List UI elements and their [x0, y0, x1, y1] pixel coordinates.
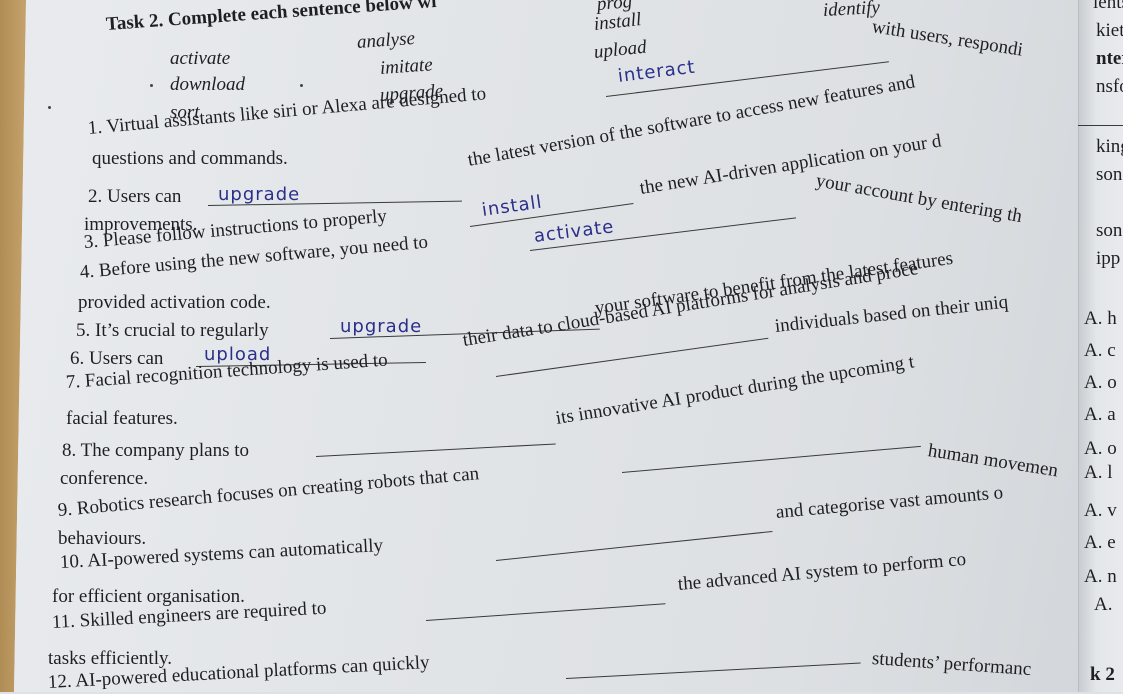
next-page-fragment: A. o — [1084, 438, 1117, 459]
sentence-4-continuation: provided activation code. — [78, 292, 271, 313]
next-page-fragment: son. — [1096, 164, 1123, 185]
speck — [150, 84, 153, 87]
sentence-number: 6. — [70, 348, 85, 369]
next-page-fragment: A. v — [1084, 500, 1117, 521]
sentence-number: 12. — [47, 670, 73, 693]
sentence-7-continuation: facial features. — [66, 408, 178, 429]
next-page-fragment: sona — [1096, 220, 1123, 241]
next-page-fragment: nsfor — [1096, 76, 1123, 97]
handwritten-answer-5: upgrade — [340, 316, 423, 337]
sentence-number: 4. — [79, 260, 96, 283]
sentence-number: 1. — [87, 116, 104, 139]
next-page-fragment: A. n — [1084, 566, 1117, 587]
sentence-number: 8. — [62, 440, 77, 461]
sentence-2: 2. Users can — [88, 186, 181, 208]
next-page-fragment: A. — [1094, 594, 1113, 615]
next-page-fragment: ipp — [1096, 248, 1121, 269]
sentence-5: 5. It’s crucial to regularly — [76, 320, 269, 342]
sentence-number: 5. — [76, 320, 91, 341]
sentence-start: Users can — [107, 186, 182, 207]
speck — [300, 84, 303, 87]
next-page-fragment: ients — [1093, 0, 1123, 13]
next-page-fragment: k 2 — [1090, 664, 1115, 685]
word-bank-item: analyse — [356, 27, 416, 53]
sentence-9-continuation: behaviours. — [58, 528, 147, 549]
sentence-8: 8. The company plans to — [62, 440, 249, 462]
sentence-number: 11. — [51, 610, 76, 633]
next-page-fragment: A. l — [1084, 462, 1113, 483]
word-bank-item: activate — [170, 48, 231, 69]
sentence-1-continuation: questions and commands. — [92, 148, 288, 169]
next-page-fragment: A. a — [1084, 404, 1116, 425]
next-page-fragment: A. o — [1084, 372, 1117, 393]
word-bank-item: identify — [822, 0, 881, 21]
next-page-fragment: nter — [1096, 48, 1123, 69]
sentence-start: The company plans to — [80, 440, 249, 461]
sentence-number: 9. — [57, 498, 74, 521]
handwritten-answer-2: upgrade — [218, 184, 301, 205]
sentence-8-continuation: conference. — [60, 468, 149, 489]
sentence-number: 10. — [59, 550, 85, 573]
sentence-number: 7. — [65, 371, 81, 393]
next-page-fragment: kiety — [1096, 20, 1123, 41]
sentence-number: 3. — [83, 230, 100, 253]
word-bank-item: download — [170, 74, 245, 95]
next-page-fragment: king — [1096, 136, 1123, 157]
next-page-fragment: A. e — [1084, 532, 1116, 553]
speck — [48, 106, 51, 109]
next-page-fragment: A. h — [1084, 308, 1117, 329]
next-page-fragment: A. c — [1084, 340, 1116, 361]
sentence-number: 2. — [88, 186, 103, 207]
sentence-start: It’s crucial to regularly — [95, 320, 269, 341]
word-bank-item: imitate — [379, 54, 434, 79]
next-page-blank — [1078, 125, 1123, 126]
